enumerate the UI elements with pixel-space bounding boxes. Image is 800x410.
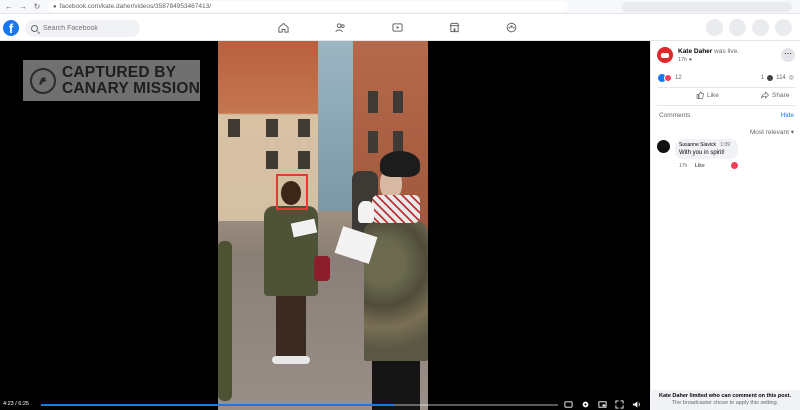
home-icon — [278, 22, 289, 33]
comment-timestamp[interactable]: 1:09 — [720, 142, 730, 148]
canary-logo-icon — [30, 67, 56, 94]
forward-icon[interactable]: → — [18, 2, 28, 11]
progress-fill — [41, 404, 395, 406]
main-nav — [255, 17, 540, 37]
author-avatar[interactable] — [657, 47, 673, 63]
back-icon[interactable]: ← — [4, 2, 14, 11]
search-box[interactable] — [25, 20, 140, 37]
post-time[interactable]: 17h — [678, 57, 687, 63]
share-button[interactable]: Share — [761, 91, 789, 99]
comment-love-reaction-icon — [731, 162, 738, 169]
playback-time: 4:23 / 6:25 — [3, 401, 29, 407]
watermark: CAPTURED BY CANARY MISSION — [23, 60, 200, 101]
progress-bar[interactable] — [41, 404, 558, 406]
address-bar[interactable]: ● facebook.com/kate.daher/videos/3587849… — [48, 1, 568, 12]
captions-icon — [563, 401, 573, 408]
comment-age: 17h — [679, 163, 688, 169]
search-input[interactable] — [43, 25, 133, 32]
hide-comments-button[interactable]: Hide — [781, 112, 794, 119]
reactions-summary[interactable]: 12 — [658, 74, 682, 82]
captions-button[interactable] — [563, 400, 573, 409]
thumbs-up-icon — [696, 91, 704, 99]
commenter-name[interactable]: Susanne Slavick — [679, 142, 716, 148]
comments-header: Comments — [659, 112, 691, 119]
sort-label: Most relevant — [749, 129, 789, 136]
chevron-down-icon: ▾ — [790, 129, 794, 136]
watermark-line2: CANARY MISSION — [62, 79, 201, 97]
friends-icon — [335, 22, 345, 32]
comment-icon — [767, 74, 774, 81]
nav-friends[interactable] — [312, 17, 369, 37]
expand-icon — [614, 400, 624, 409]
share-label: Share — [772, 91, 790, 99]
share-icon — [761, 91, 769, 99]
comment-count[interactable]: 1 — [761, 75, 764, 81]
comment-like-button[interactable]: Like — [695, 163, 705, 169]
video-frame — [218, 41, 428, 410]
face-highlight-box — [276, 174, 308, 210]
post-side-panel: Kate Daher was live. 17h ● ⋯ 12 1 114 ◎ … — [650, 41, 800, 410]
commenter-avatar[interactable] — [657, 140, 670, 153]
browser-toolbar: ← → ↻ ● facebook.com/kate.daher/videos/3… — [0, 0, 800, 14]
nav-groups[interactable] — [483, 17, 540, 37]
view-count: 114 — [776, 74, 786, 81]
account-avatar[interactable] — [775, 19, 792, 36]
extensions-area — [622, 2, 792, 12]
video-player[interactable]: CAPTURED BY CANARY MISSION 4:23 / 6:25 — [0, 41, 650, 410]
comment-sort-dropdown[interactable]: Most relevant ▾ — [750, 128, 794, 136]
love-reaction-icon — [664, 74, 672, 82]
limit-notice-detail: The broadcaster chose to apply this sett… — [671, 400, 779, 406]
reaction-count: 12 — [675, 75, 682, 81]
url-text: facebook.com/kate.daher/videos/358784953… — [59, 3, 212, 10]
gear-icon — [582, 401, 588, 408]
like-button[interactable]: Like — [696, 91, 719, 99]
protester-left — [262, 181, 330, 381]
nav-watch[interactable] — [369, 17, 426, 37]
comment-limit-notice: Kate Daher limited who can comment on th… — [650, 390, 800, 410]
more-options-button[interactable]: ⋯ — [781, 48, 795, 62]
comment-text: With you in spirit! — [679, 150, 725, 156]
facebook-logo-icon[interactable]: f — [3, 20, 19, 36]
nav-home[interactable] — [255, 17, 312, 37]
lock-icon: ● — [53, 3, 57, 10]
author-name[interactable]: Kate Daher — [678, 48, 712, 55]
notifications-icon[interactable] — [752, 19, 769, 36]
reload-icon[interactable]: ↻ — [32, 2, 42, 11]
menu-icon[interactable] — [706, 19, 723, 36]
watch-icon — [392, 22, 403, 32]
player-buttons — [563, 400, 641, 409]
settings-button[interactable] — [580, 400, 590, 409]
post-stats: 1 114 ◎ — [761, 74, 794, 81]
protester-right — [334, 151, 428, 410]
volume-button[interactable] — [631, 400, 641, 409]
globe-icon: ● — [688, 57, 693, 63]
nav-marketplace[interactable] — [426, 17, 483, 37]
miniplayer-button[interactable] — [597, 400, 607, 409]
live-status: was live. — [714, 48, 740, 55]
groups-icon — [506, 22, 517, 32]
watermark-line1: CAPTURED BY — [62, 63, 177, 81]
marketplace-icon — [449, 22, 460, 32]
limit-notice-title: Kate Daher limited who can comment on th… — [658, 393, 792, 399]
like-label: Like — [707, 91, 719, 99]
comment-bubble: Susanne Slavick 1:09 With you in spirit! — [675, 139, 738, 159]
eye-icon: ◎ — [788, 75, 794, 81]
miniplayer-icon — [597, 401, 607, 408]
search-icon — [31, 25, 38, 32]
facebook-header: f — [0, 14, 800, 41]
messenger-icon[interactable] — [729, 19, 746, 36]
fullscreen-button[interactable] — [614, 400, 624, 409]
video-controls: 4:23 / 6:25 — [0, 400, 650, 410]
account-controls — [706, 19, 792, 36]
volume-icon — [632, 401, 640, 408]
